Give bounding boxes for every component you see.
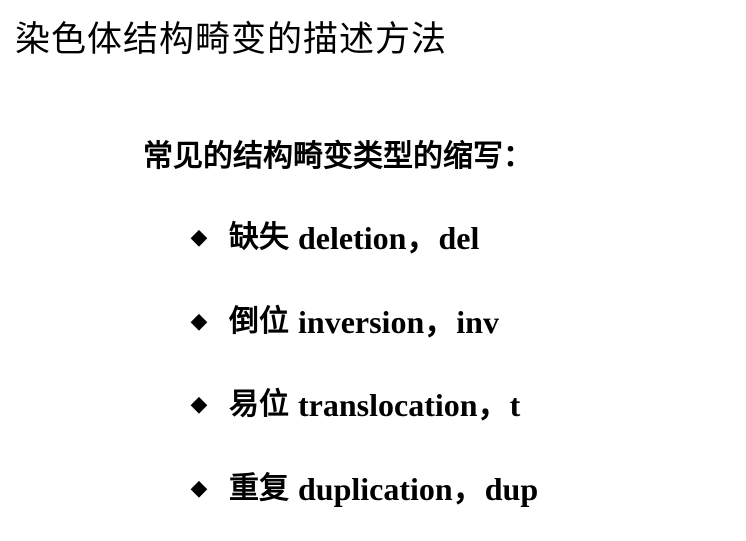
item-chinese-term: 缺失 [229, 220, 289, 255]
item-english-term: inversion [298, 304, 425, 340]
item-english-term: duplication [298, 471, 453, 507]
item-english-term: translocation [298, 387, 478, 423]
slide-subtitle: 常见的结构畸变类型的缩写： [143, 139, 533, 174]
diamond-bullet-icon: ◆ [190, 476, 208, 501]
item-english-term: deletion [298, 220, 407, 256]
item-separator: ， [477, 387, 510, 423]
item-abbreviation: dup [484, 471, 539, 507]
diamond-bullet-icon: ◆ [190, 309, 208, 334]
diamond-bullet-icon: ◆ [190, 225, 208, 250]
item-abbreviation: inv [456, 304, 499, 340]
list-item-inversion: ◆ 倒位 inversion， inv [188, 300, 499, 344]
slide-title: 染色体结构畸变的描述方法 [15, 20, 448, 60]
item-chinese-term: 易位 [229, 387, 289, 422]
item-separator: ， [406, 220, 439, 256]
item-separator: ， [452, 471, 485, 507]
slide: 染色体结构畸变的描述方法 常见的结构畸变类型的缩写： ◆ 缺失 deletion… [0, 0, 746, 541]
list-item-duplication: ◆ 重复 duplication， dup [188, 467, 539, 511]
list-item-translocation: ◆ 易位 translocation， t [188, 383, 521, 427]
diamond-bullet-icon: ◆ [190, 392, 208, 417]
item-abbreviation: del [438, 220, 480, 256]
item-separator: ， [424, 304, 457, 340]
item-abbreviation: t [509, 387, 521, 423]
item-chinese-term: 重复 [229, 471, 289, 506]
list-item-deletion: ◆ 缺失 deletion， del [188, 216, 480, 260]
item-chinese-term: 倒位 [229, 304, 289, 339]
